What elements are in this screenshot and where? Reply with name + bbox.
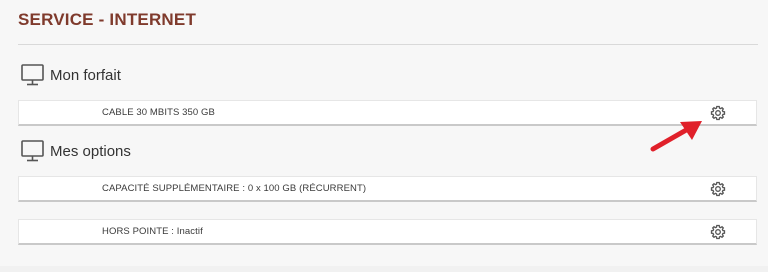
- option-row-capacite[interactable]: CAPACITÉ SUPPLÉMENTAIRE : 0 x 100 GB (RÉ…: [18, 176, 757, 202]
- gear-icon[interactable]: [710, 181, 726, 197]
- option-row-hors-pointe[interactable]: HORS POINTE : Inactif: [18, 219, 757, 245]
- gear-icon[interactable]: [710, 105, 726, 121]
- page-title: SERVICE - INTERNET: [18, 10, 197, 29]
- option-label: CAPACITÉ SUPPLÉMENTAIRE : 0 x 100 GB (RÉ…: [102, 183, 367, 194]
- option-label: CABLE 30 MBITS 350 GB: [102, 107, 215, 118]
- title-divider: [18, 44, 758, 45]
- section-header-mon-forfait: Mon forfait: [20, 62, 121, 88]
- annotation-arrow-icon: [650, 121, 702, 152]
- section-title: Mes options: [50, 142, 131, 160]
- monitor-icon: [20, 62, 46, 88]
- page: SERVICE - INTERNET Mon forfait CABLE 30 …: [0, 0, 768, 272]
- option-row-forfait[interactable]: CABLE 30 MBITS 350 GB: [18, 100, 757, 126]
- option-label: HORS POINTE : Inactif: [102, 226, 203, 237]
- gear-icon[interactable]: [710, 224, 726, 240]
- monitor-icon: [20, 138, 46, 164]
- section-header-mes-options: Mes options: [20, 138, 131, 164]
- section-title: Mon forfait: [50, 66, 121, 84]
- service-panel: SERVICE - INTERNET Mon forfait CABLE 30 …: [0, 0, 768, 266]
